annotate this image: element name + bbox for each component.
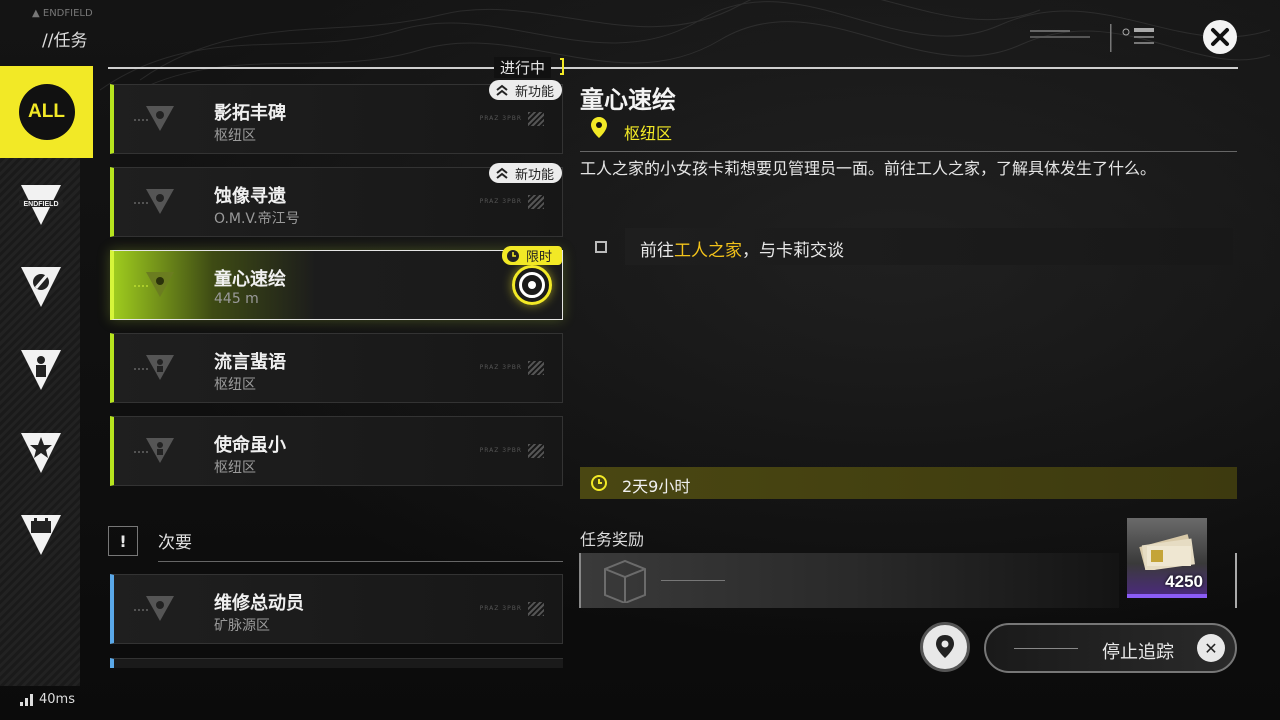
quest-location: 矿脉源区 <box>214 618 270 634</box>
quest-type-icon <box>134 438 174 463</box>
hatch-decoration <box>528 444 544 458</box>
quest-location: 枢纽区 <box>214 377 256 393</box>
quest-item-active[interactable]: 童心速绘 445 m 限时 <box>110 246 563 320</box>
in-progress-label: 进行中 <box>494 57 552 78</box>
hatch-decoration <box>528 195 544 209</box>
battery-category-icon[interactable] <box>16 510 66 560</box>
tracking-target-icon[interactable] <box>512 265 552 305</box>
detail-divider <box>580 151 1237 152</box>
quest-location: 枢纽区 <box>214 460 256 476</box>
quest-code: PRAZ 3PBR <box>479 115 522 122</box>
stop-tracking-button[interactable]: 停止追踪 ✕ <box>984 623 1237 673</box>
section-divider <box>108 67 1238 69</box>
hatch-decoration <box>528 112 544 126</box>
reward-count: 4250 <box>1165 572 1203 591</box>
quest-item[interactable]: 使命虽小 枢纽区 PRAZ 3PBR <box>110 416 563 486</box>
button-decoration-line <box>1014 648 1078 649</box>
clock-icon <box>506 249 519 262</box>
reward-item[interactable]: 4250 <box>1127 518 1207 598</box>
time-remaining-text: 2天9小时 <box>622 477 691 496</box>
exclamation-icon: ! <box>108 526 138 556</box>
quest-location: O.M.V.帝江号 <box>214 211 300 227</box>
quest-item[interactable]: 影拓丰碑 枢纽区 PRAZ 3PBR 新功能 <box>110 80 563 154</box>
minor-quest-label: 次要 <box>158 533 192 553</box>
reward-strip <box>579 553 1119 608</box>
location-pin-icon <box>591 117 607 138</box>
quest-type-icon <box>134 189 174 214</box>
quest-distance: 445 m <box>214 291 259 307</box>
reward-crate-icon <box>604 559 646 603</box>
svg-text:ENDFIELD: ENDFIELD <box>24 201 59 208</box>
quest-type-icon <box>134 272 174 297</box>
quest-code: PRAZ 3PBR <box>479 198 522 205</box>
new-feature-badge: 新功能 <box>488 80 562 100</box>
map-location-button[interactable] <box>920 622 970 672</box>
hud-decoration <box>1030 24 1154 52</box>
person-category-icon[interactable] <box>16 345 66 395</box>
quest-name: 童心速绘 <box>214 269 286 290</box>
quest-objective: 前往工人之家，与卡莉交谈 <box>580 228 1237 266</box>
double-chevron-up-icon <box>496 167 508 179</box>
new-feature-badge: 新功能 <box>488 163 562 183</box>
quest-code: PRAZ 3PBR <box>479 605 522 612</box>
quest-item[interactable]: 流言蜚语 枢纽区 PRAZ 3PBR <box>110 333 563 403</box>
compass-category-icon[interactable] <box>16 262 66 312</box>
endfield-category-icon[interactable]: ENDFIELD <box>16 180 66 230</box>
network-ping: 40ms <box>20 692 75 707</box>
limited-time-badge: 限时 <box>501 246 562 265</box>
quest-location: 枢纽区 <box>214 128 256 144</box>
stop-tracking-label: 停止追踪 <box>1102 642 1174 663</box>
quest-name: 维修总动员 <box>214 593 304 614</box>
reward-edge-decoration <box>1235 553 1237 608</box>
objective-highlight: 工人之家 <box>674 241 742 261</box>
minor-quest-section-header[interactable]: ! 次要 <box>108 520 563 562</box>
star-category-icon[interactable] <box>16 428 66 478</box>
quest-code: PRAZ 3PBR <box>479 364 522 371</box>
close-icon <box>1211 28 1229 46</box>
objective-suffix: ，与卡莉交谈 <box>742 241 844 261</box>
quest-detail-location: 枢纽区 <box>624 124 673 143</box>
quest-code: PRAZ 3PBR <box>479 447 522 454</box>
objective-prefix: 前往 <box>640 241 674 261</box>
objective-checkbox-icon <box>595 241 607 253</box>
quest-item[interactable]: 维修总动员 矿脉源区 PRAZ 3PBR <box>110 574 563 644</box>
quest-name: 蚀像寻遗 <box>214 186 286 207</box>
quest-name: 影拓丰碑 <box>214 103 286 124</box>
quest-type-icon <box>134 355 174 380</box>
double-chevron-up-icon <box>496 84 508 96</box>
close-icon: ✕ <box>1197 634 1225 662</box>
reward-arrow-line <box>661 580 725 581</box>
page-title: //任务 <box>42 31 88 51</box>
map-pin-icon <box>936 635 954 658</box>
close-button[interactable] <box>1203 20 1237 54</box>
section-divider <box>158 561 563 562</box>
quest-detail-title: 童心速绘 <box>580 86 676 114</box>
quest-type-icon <box>134 596 174 621</box>
category-all-tab[interactable]: ALL <box>0 66 93 158</box>
hatch-decoration <box>528 361 544 375</box>
clock-icon <box>591 475 607 491</box>
quest-description: 工人之家的小女孩卡莉想要见管理员一面。前往工人之家，了解具体发生了什么。 <box>580 159 1157 178</box>
quest-name: 流言蜚语 <box>214 352 286 373</box>
hatch-decoration <box>528 602 544 616</box>
quest-type-icon <box>134 106 174 131</box>
in-progress-marker <box>560 58 564 75</box>
quest-item-partial[interactable] <box>110 658 563 668</box>
quest-name: 使命虽小 <box>214 435 286 456</box>
category-all-label: ALL <box>18 84 75 140</box>
reward-label: 任务奖励 <box>580 530 645 549</box>
currency-bills-icon <box>1139 534 1195 570</box>
quest-item[interactable]: 蚀像寻遗 O.M.V.帝江号 PRAZ 3PBR 新功能 <box>110 163 563 237</box>
signal-icon <box>20 693 33 706</box>
time-remaining-bar: 2天9小时 <box>580 467 1237 499</box>
game-logo: ▲ ENDFIELD <box>32 8 93 19</box>
